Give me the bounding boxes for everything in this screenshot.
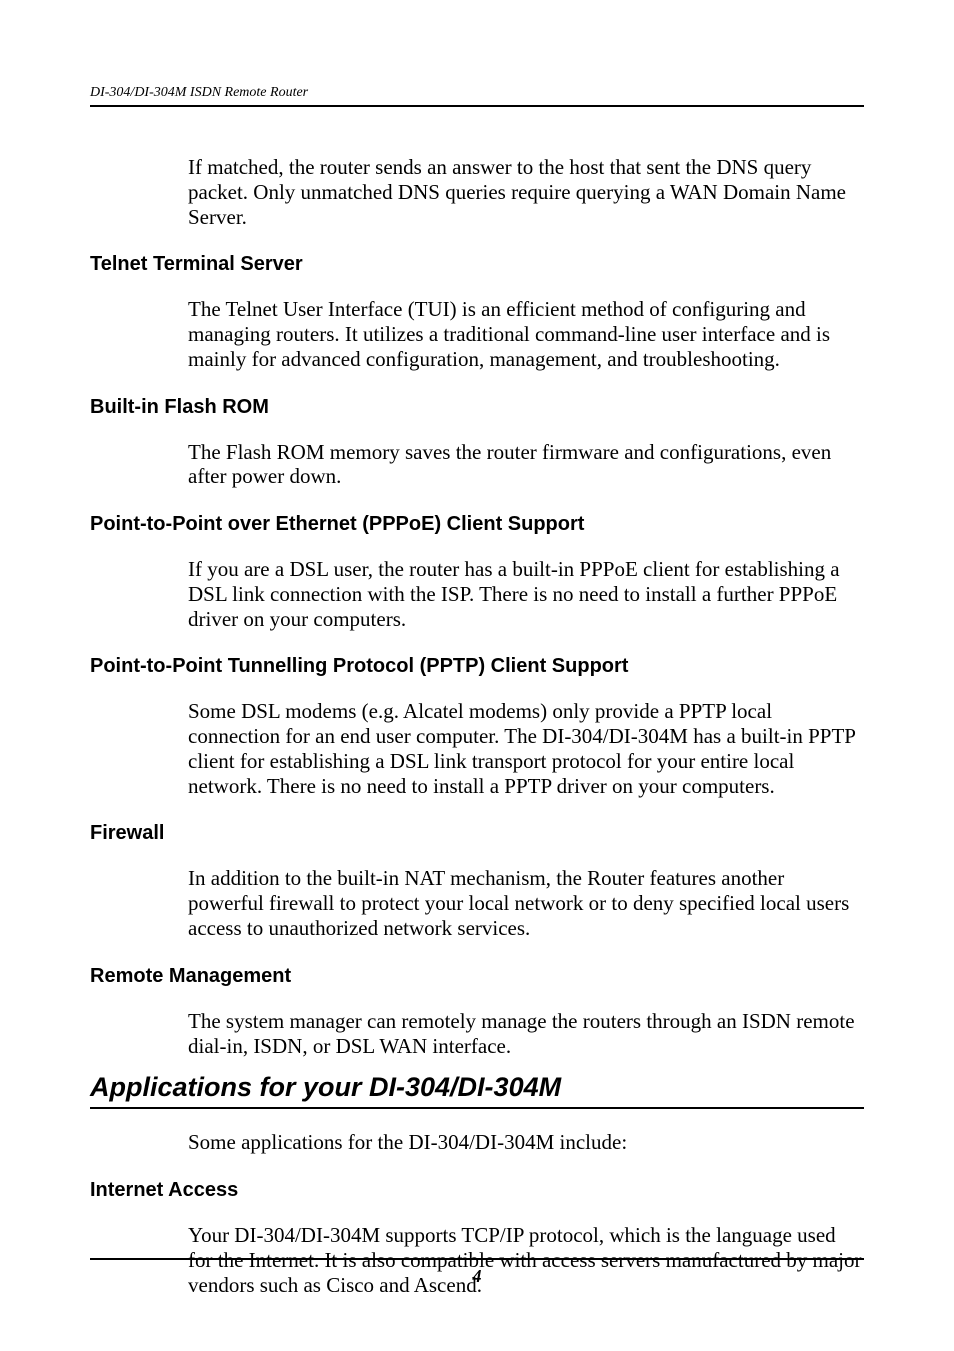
chapter-title: Applications for your DI-304/DI-304M	[90, 1072, 864, 1109]
chapter-intro: Some applications for the DI-304/DI-304M…	[188, 1130, 864, 1155]
section-heading-pppoe: Point-to-Point over Ethernet (PPPoE) Cli…	[90, 513, 864, 536]
section-heading-remote-mgmt: Remote Management	[90, 965, 864, 988]
section-body-pptp: Some DSL modems (e.g. Alcatel modems) on…	[188, 699, 864, 798]
section-body-firewall: In addition to the built-in NAT mechanis…	[188, 866, 864, 940]
section-heading-flash-rom: Built-in Flash ROM	[90, 396, 864, 419]
running-title-text: DI-304/DI-304M ISDN Remote Router	[90, 85, 308, 100]
page-number: 4	[473, 1266, 482, 1286]
section-heading-pptp: Point-to-Point Tunnelling Protocol (PPTP…	[90, 655, 864, 678]
running-header: DI-304/DI-304M ISDN Remote Router	[90, 85, 864, 107]
intro-paragraph: If matched, the router sends an answer t…	[188, 155, 864, 229]
section-body-flash-rom: The Flash ROM memory saves the router fi…	[188, 440, 864, 490]
page-footer: 4	[90, 1258, 864, 1287]
section-heading-firewall: Firewall	[90, 822, 864, 845]
section-heading-internet-access: Internet Access	[90, 1179, 864, 1202]
section-body-telnet: The Telnet User Interface (TUI) is an ef…	[188, 297, 864, 371]
section-heading-telnet: Telnet Terminal Server	[90, 253, 864, 276]
page-container: DI-304/DI-304M ISDN Remote Router If mat…	[0, 0, 954, 1351]
section-body-remote-mgmt: The system manager can remotely manage t…	[188, 1009, 864, 1059]
section-body-pppoe: If you are a DSL user, the router has a …	[188, 557, 864, 631]
